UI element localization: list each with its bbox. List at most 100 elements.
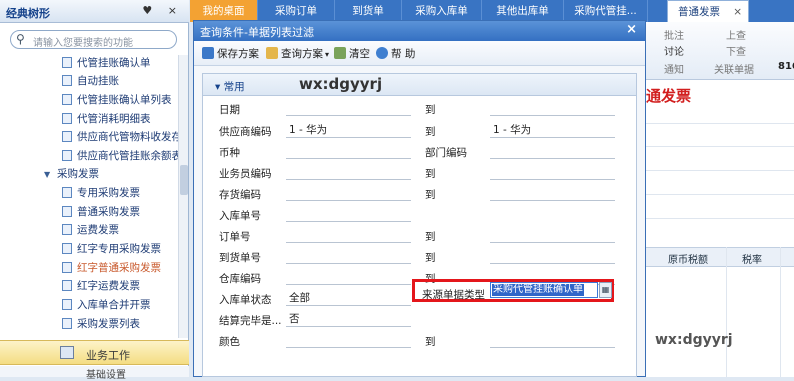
field-label-date: 日期	[219, 104, 240, 116]
order-no-to-field[interactable]	[490, 227, 615, 243]
tab-normal-invoice-label[interactable]: 普通发票	[678, 6, 720, 18]
tree-item[interactable]: 采购发票列表	[62, 315, 140, 334]
reference-picker-icon[interactable]: ▦	[599, 282, 612, 298]
tree-item[interactable]: 红字专用采购发票	[62, 240, 161, 259]
department-field[interactable]	[490, 143, 615, 159]
invoice-grid-header: 原币税额 税率	[646, 247, 794, 267]
field-label-supplier: 供应商编码	[219, 126, 272, 138]
currency-field[interactable]	[286, 143, 411, 159]
tree-item[interactable]: 代管挂账确认单	[62, 55, 151, 73]
tree-item[interactable]: 自动挂账	[62, 72, 119, 91]
business-work-label[interactable]: 业务工作	[86, 347, 130, 363]
tree-folder-purchase-invoice[interactable]: ▼ 采购发票	[44, 165, 99, 184]
business-work-nav[interactable]: 业务工作	[0, 340, 189, 365]
section-header[interactable]: ▾ 常用 wx:dgyyrj	[203, 74, 636, 96]
close-icon[interactable]: ×	[733, 1, 742, 23]
arrival-no-from-field[interactable]	[286, 248, 411, 264]
tree-item[interactable]: 运费发票	[62, 221, 119, 240]
close-icon[interactable]: ×	[626, 22, 637, 37]
tree-item[interactable]: 供应商代管物料收发存汇	[62, 128, 178, 147]
warehouse-from-field[interactable]	[286, 269, 411, 285]
tab-arrival-note[interactable]: 到货单	[335, 0, 402, 22]
inventory-to-field[interactable]	[490, 185, 615, 201]
field-label-salesperson: 业务员编码	[219, 168, 272, 180]
field-label-receipt-status: 入库单状态	[219, 294, 272, 306]
settled-select[interactable]: 否	[286, 311, 411, 327]
tree-item[interactable]: 入库单合并开票	[62, 296, 151, 315]
tab-other-outbound[interactable]: 其他出库单	[482, 0, 564, 22]
invoice-toolbar: 批注 讨论 通知 上查 下查 关联单据 816	[646, 22, 794, 80]
collapse-arrow-icon: ▾	[215, 81, 221, 93]
color-from-field[interactable]	[286, 332, 411, 348]
salesperson-to-field[interactable]	[490, 164, 615, 180]
sidebar-pin-close-icons[interactable]: ♥ ×	[142, 4, 183, 17]
section-label[interactable]: ▾ 常用	[215, 79, 245, 94]
to-label: 到	[425, 336, 436, 348]
save-scheme-button[interactable]: 保存方案	[202, 46, 259, 62]
tab-purchase-order[interactable]: 采购订单	[258, 0, 335, 22]
source-doc-type-value[interactable]: 采购代管挂账确认单	[492, 284, 584, 296]
sidebar-header: 经典树形 ♥ ×	[0, 0, 189, 23]
sidebar-search[interactable]: ⚲ 请输入您要搜索的功能	[10, 30, 177, 49]
tree-item[interactable]: 专用采购发票	[62, 184, 140, 203]
scrollbar-thumb[interactable]	[180, 165, 188, 195]
business-icon	[60, 346, 74, 359]
tab-my-desktop[interactable]: 我的桌面	[190, 0, 258, 22]
field-label-receipt-no: 入库单号	[219, 210, 261, 222]
invoice-title: 通发票	[646, 87, 692, 105]
dropdown-arrow-icon[interactable]: ▾	[325, 50, 329, 59]
to-label: 到	[425, 252, 436, 264]
dialog-title-bar[interactable]: 查询条件-单据列表过滤 ×	[194, 21, 645, 41]
receipt-status-select[interactable]: 全部	[286, 290, 411, 306]
annotate-button[interactable]: 批注	[664, 27, 684, 42]
inventory-from-field[interactable]	[286, 185, 411, 201]
look-up-button[interactable]: 上查	[726, 27, 746, 42]
document-icon	[62, 224, 72, 235]
supplier-from-field[interactable]: 1 - 华为	[286, 122, 411, 138]
save-icon	[202, 47, 214, 59]
source-doc-type-field[interactable]: 采购代管挂账确认单	[490, 282, 598, 298]
to-label: 到	[425, 168, 436, 180]
base-settings-label[interactable]: 基础设置	[86, 366, 126, 381]
search-icon[interactable]: ⚲	[16, 32, 25, 46]
arrival-no-to-field[interactable]	[490, 248, 615, 264]
receipt-no-field[interactable]	[286, 206, 411, 222]
tree-scrollbar[interactable]	[178, 55, 188, 338]
watermark: wx:dgyyrj	[299, 75, 383, 93]
search-placeholder[interactable]: 请输入您要搜索的功能	[33, 34, 133, 49]
tree-item-selected[interactable]: 红字普通采购发票	[62, 259, 161, 278]
grid-header-tax-rate[interactable]: 税率	[742, 251, 762, 266]
tab-bar: 我的桌面 采购订单 到货单 采购入库单 其他出库单 采购代管挂... 普通发票 …	[190, 0, 794, 22]
grid-header-tax-amount[interactable]: 原币税额	[668, 251, 708, 266]
supplier-to-field[interactable]: 1 - 华为	[490, 122, 615, 138]
discuss-button[interactable]: 讨论	[664, 43, 684, 58]
field-label-arrival-no: 到货单号	[219, 252, 261, 264]
tab-consignment[interactable]: 采购代管挂...	[564, 0, 648, 22]
collapse-arrow-icon[interactable]: ▼	[44, 165, 54, 184]
order-no-from-field[interactable]	[286, 227, 411, 243]
tree-item[interactable]: 代管消耗明细表	[62, 110, 151, 129]
base-settings-nav[interactable]: 基础设置	[0, 366, 189, 381]
date-to-field[interactable]	[490, 100, 615, 116]
query-scheme-button[interactable]: 查询方案 ▾	[266, 46, 329, 62]
look-down-button[interactable]: 下查	[726, 43, 746, 58]
notify-button[interactable]: 通知	[664, 61, 684, 76]
tab-purchase-receipt[interactable]: 采购入库单	[402, 0, 482, 22]
date-from-field[interactable]	[286, 100, 411, 116]
document-icon	[62, 131, 72, 142]
dialog-toolbar: 保存方案 查询方案 ▾ 清空 帮 助	[194, 41, 645, 66]
tree-item[interactable]: 红字运费发票	[62, 277, 140, 296]
tree-item[interactable]: 供应商代管挂账余额表	[62, 147, 178, 166]
tree-item[interactable]: 普通采购发票	[62, 203, 140, 222]
document-icon	[62, 187, 72, 198]
to-label: 到	[425, 126, 436, 138]
help-button[interactable]: 帮 助	[376, 46, 415, 62]
tree-item[interactable]: 代管挂账确认单列表	[62, 91, 172, 110]
document-icon	[62, 57, 72, 68]
related-docs-button[interactable]: 关联单据	[714, 61, 754, 76]
tab-normal-invoice[interactable]: 普通发票 ×	[667, 0, 749, 22]
document-icon	[62, 318, 72, 329]
clear-button[interactable]: 清空	[334, 46, 370, 62]
color-to-field[interactable]	[490, 332, 615, 348]
salesperson-from-field[interactable]	[286, 164, 411, 180]
